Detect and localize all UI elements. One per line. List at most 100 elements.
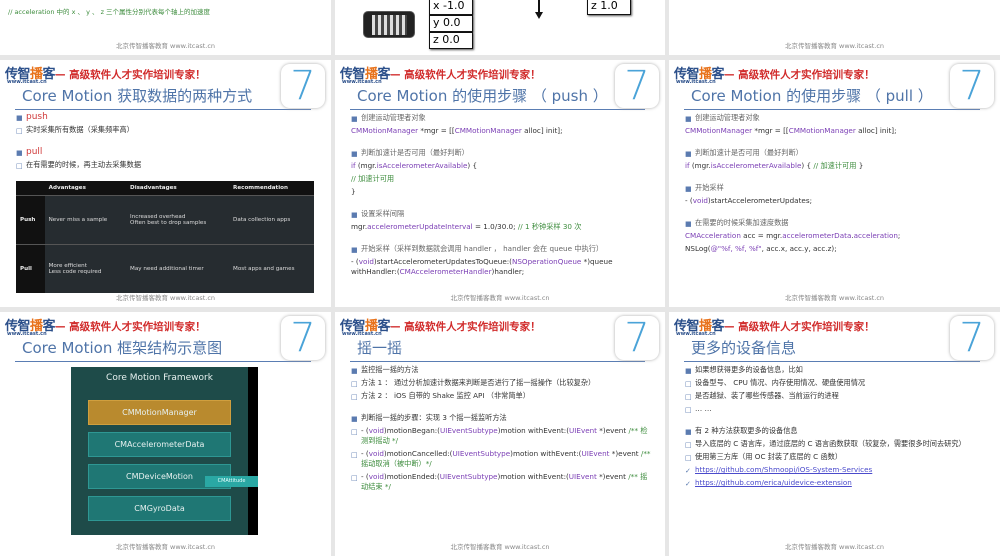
title-underline — [684, 109, 980, 110]
list-item: □ 导入底层的 C 语言库，通过底层的 C 语言函数获取（较复杂，需要很多时间去研… — [685, 439, 988, 449]
list-item: ■ pull — [16, 147, 319, 157]
text-segment: - ( — [685, 196, 693, 205]
list-item: ■ 创建运动管理者对象 — [685, 113, 988, 123]
slide-thumb-push-steps[interactable]: 传智播客 www.itcast.cn — 高级软件人才实作培训专家！ Core Mot… — [335, 60, 665, 307]
text-segment: ; — [897, 231, 901, 240]
list-item: ■ 开始采样 — [685, 183, 988, 193]
table-cell: Never miss a sample — [44, 194, 127, 245]
ios7-badge-icon: 7 — [950, 316, 994, 360]
list-item: ■ 在需要的时候采集加速度数据 — [685, 218, 988, 228]
code-line: // 加速计可用 — [351, 174, 653, 184]
bullet-icon: ■ — [685, 367, 692, 375]
list-item: ■ 开始采样（采样到数据就会调用 handler ， handler 会在 que… — [351, 244, 653, 254]
ios7-badge-icon: 7 — [615, 64, 659, 108]
list-item: □ 实时采集所有数据（采集频率高） — [16, 125, 319, 135]
text-segment: isAccelerometerAvailable — [710, 161, 802, 170]
bullet-icon: ■ — [16, 114, 23, 122]
text-segment: void — [368, 472, 384, 481]
text-segment: CMAccelerometerHandler — [399, 267, 492, 276]
text-segment: 判断摇一摇的步骤：实现 3 个摇一摇监听方法 — [361, 413, 507, 422]
bullet-icon: ■ — [351, 150, 358, 158]
text-segment: void — [368, 426, 384, 435]
tagline: — 高级软件人才实作培训专家！ — [724, 69, 875, 81]
title-underline — [350, 361, 645, 362]
bullet-icon: □ — [351, 474, 358, 482]
bullet-icon: □ — [685, 406, 692, 414]
text-segment: 导入底层的 C 语言库，通过底层的 C 语言函数获取（较复杂，需要很多时间去研究… — [695, 439, 966, 448]
text-segment: *mgr = [[ — [418, 126, 455, 135]
text-segment: )motion withEvent:( — [510, 449, 582, 458]
text-segment: 使用第三方库（用 OC 封装了底层的 C 函数） — [695, 452, 843, 461]
text-segment: )startAccelerometerUpdatesToQueue:( — [373, 257, 512, 266]
list-item: ✓ https://github.com/erica/uidevice-exten… — [685, 478, 988, 488]
slide-title: Core Motion 框架结构示意图 — [22, 339, 223, 357]
bullet-icon: □ — [16, 162, 23, 170]
bullet-icon: □ — [351, 451, 358, 459]
text-segment: *)event — [596, 472, 629, 481]
bullet-icon: ■ — [16, 149, 23, 157]
code-line: mgr.accelerometerUpdateInterval = 1.0/30… — [351, 222, 653, 232]
text-segment: void — [358, 257, 374, 266]
code-line: NSLog(@"%f, %f, %f", acc.x, acc.y, acc.z… — [685, 244, 988, 254]
code-line: CMAcceleration acc = mgr.accelerometerDa… — [685, 231, 988, 241]
slide-thumb-device-info[interactable]: 传智播客 www.itcast.cn — 高级软件人才实作培训专家！ 更多的设备信息 7… — [669, 312, 1000, 556]
text-segment: 判断加速计是否可用（最好判断） — [361, 148, 469, 157]
bullet-icon: □ — [685, 380, 692, 388]
text-segment: )motionBegan:( — [383, 426, 440, 435]
bullet-icon: ■ — [685, 220, 692, 228]
slide-thumb-top-1[interactable]: // acceleration 中的 x 、 y 、 z 三个属性分别代表每个轴… — [0, 0, 331, 55]
list-item: ■ 判断加速计是否可用（最好判断） — [351, 148, 653, 158]
slide-thumb-pull-steps[interactable]: 传智播客 www.itcast.cn — 高级软件人才实作培训专家！ Core Mot… — [669, 60, 1000, 307]
table-cell: Pull — [16, 244, 45, 293]
text-segment: )startAccelerometerUpdates; — [707, 196, 812, 205]
text-segment: - ( — [361, 472, 369, 481]
slide-thumb-top-3[interactable]: 北京传智播客教育 www.itcast.cn — [669, 0, 1000, 55]
bullet-icon: ■ — [351, 415, 358, 423]
slide-footer: 北京传智播客教育 www.itcast.cn — [784, 543, 885, 551]
text-segment: = 1.0/30.0; — [472, 222, 518, 231]
bullet-list: ■ push □ 实时采集所有数据（采集频率高） ■ pull □ 在有需要的时候，再主动去采… — [16, 112, 319, 173]
framework-title: Core Motion Framework — [106, 373, 213, 383]
list-item: □ 方法 2 ： iOS 自带的 Shake 监控 API （非常简单） — [351, 391, 653, 401]
text-segment: 是否越狱、装了哪些传感器、当前运行的进程 — [695, 391, 839, 400]
slide-title: 更多的设备信息 — [691, 339, 797, 357]
table-header: Disadvantages — [130, 184, 177, 191]
slide-footer: 北京传智播客教育 www.itcast.cn — [784, 294, 885, 302]
text-segment: alloc] init]; — [855, 126, 897, 135]
text-segment: … … — [695, 404, 712, 413]
text-segment: )motion withEvent:( — [497, 472, 569, 481]
code-line: - (void)startAccelerometerUpdatesToQueue… — [351, 257, 653, 277]
slide-title: Core Motion 获取数据的两种方式 — [22, 87, 253, 105]
tagline: — 高级软件人才实作培训专家！ — [55, 69, 206, 81]
tagline: — 高级软件人才实作培训专家！ — [390, 321, 541, 333]
bullet-icon: ■ — [685, 115, 692, 123]
bullet-list: ■ 创建运动管理者对象 CMMotionManager *mgr = [[CMMot… — [351, 113, 653, 280]
slide-thumb-push-pull[interactable]: 传智播客 www.itcast.cn — 高级软件人才实作培训专家！ Core Mot… — [0, 60, 331, 307]
code-line: } — [351, 187, 653, 197]
table-cell: Push — [16, 194, 45, 245]
text-segment: UIEventSubtype — [439, 472, 498, 481]
phone-image — [363, 11, 415, 38]
table-header: Advantages — [48, 184, 86, 191]
text-segment: )motionCancelled:( — [383, 449, 453, 458]
list-item: □… … — [685, 404, 988, 414]
link[interactable]: https://github.com/Shmoopi/iOS-System-Se… — [695, 465, 872, 474]
slide-thumb-shake[interactable]: 传智播客 www.itcast.cn — 高级软件人才实作培训专家！ 摇一摇 7 北京传智… — [335, 312, 665, 556]
table-cell: Most apps and games — [229, 244, 314, 293]
slide-thumb-framework[interactable]: 传智播客 www.itcast.cn — 高级软件人才实作培训专家！ Core Mot… — [0, 312, 331, 556]
text-segment: } — [856, 161, 864, 170]
axis-box-x: x -1.0 — [429, 0, 473, 15]
text-segment: - ( — [351, 257, 359, 266]
text-segment: mgr. — [351, 222, 368, 231]
text-segment: acc = mgr. — [740, 231, 783, 240]
slide-thumb-top-2[interactable]: x -1.0 y 0.0 z 0.0 z 1.0 — [335, 0, 665, 55]
text-segment: 在需要的时候采集加速度数据 — [695, 218, 789, 227]
slide-title: Core Motion 的使用步骤 （ pull ） — [691, 87, 933, 105]
slide-footer: 北京传智播客教育 www.itcast.cn — [784, 42, 885, 50]
text-segment: *)event — [597, 426, 629, 435]
text-segment: UIEvent — [569, 426, 598, 435]
link[interactable]: https://github.com/erica/uidevice-extens… — [695, 478, 852, 487]
